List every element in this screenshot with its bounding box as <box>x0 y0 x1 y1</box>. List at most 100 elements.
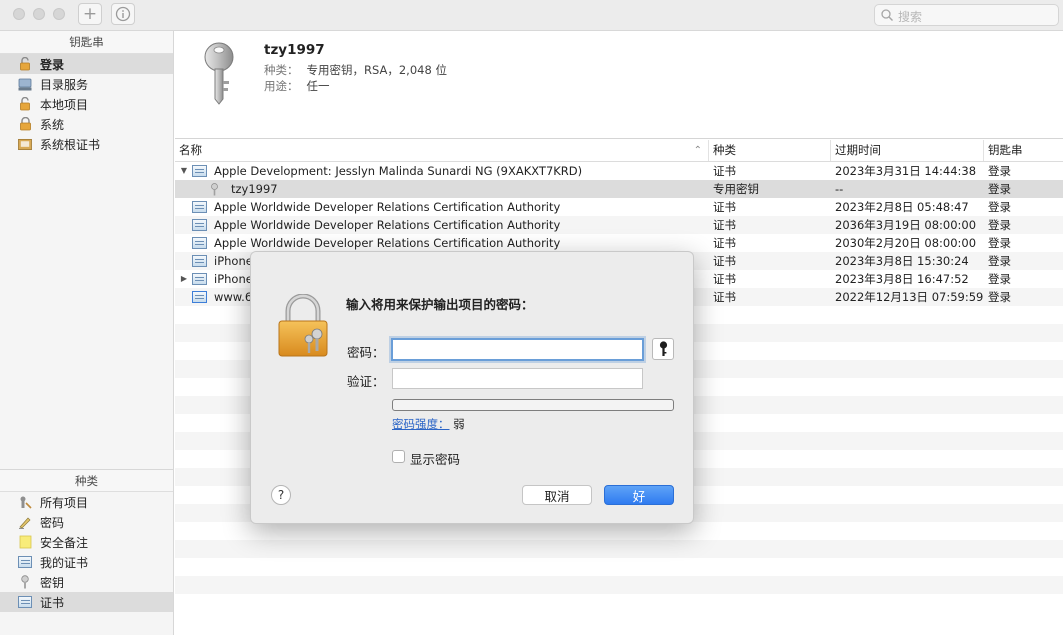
sidebar-item-system-roots[interactable]: 系统根证书 <box>0 134 173 154</box>
help-icon: ? <box>277 488 285 502</box>
sidebar-item-my-certificates[interactable]: 我的证书 <box>0 552 173 572</box>
column-header-expires[interactable]: 过期时间 <box>831 140 984 161</box>
cabinet-icon <box>18 137 32 151</box>
sidebar-item-login[interactable]: 登录 <box>0 54 173 74</box>
row-keychain: 登录 <box>988 182 1011 196</box>
show-password-label[interactable]: 显示密码 <box>410 449 460 468</box>
item-usage-label: 用途： <box>264 79 299 93</box>
help-button[interactable]: ? <box>271 485 291 505</box>
item-kind-label: 种类： <box>264 63 299 77</box>
minimize-window-button[interactable] <box>33 8 45 20</box>
row-keychain: 登录 <box>988 200 1011 214</box>
disclosure-expanded-icon[interactable]: ▼ <box>179 162 189 180</box>
row-kind: 证书 <box>713 254 736 268</box>
row-name: tzy1997 <box>231 182 278 196</box>
sort-ascending-icon: ⌃ <box>693 145 702 156</box>
row-expires: 2023年2月8日 05:48:47 <box>835 200 969 214</box>
key-icon <box>659 341 667 356</box>
key-icon <box>18 575 32 589</box>
sidebar-item-label: 本地项目 <box>40 97 89 112</box>
lock-icon <box>18 117 32 131</box>
empty-row <box>175 576 1063 594</box>
row-keychain: 登录 <box>988 236 1011 250</box>
category-header: 种类 <box>0 469 173 492</box>
row-keychain: 登录 <box>988 218 1011 232</box>
directory-icon <box>18 77 32 91</box>
row-keychain: 登录 <box>988 254 1011 268</box>
sidebar-item-all-items[interactable]: 所有项目 <box>0 492 173 512</box>
sidebar: 钥匙串 登录 目录服务 本地项目 系统 系统根证书 种类 所有项目 密码 安全备… <box>0 31 174 635</box>
sidebar-item-label: 密钥 <box>40 575 65 590</box>
sidebar-item-keys[interactable]: 密钥 <box>0 572 173 592</box>
dialog-title: 输入将用来保护输出项目的密码： <box>346 297 534 312</box>
row-expires: 2023年3月8日 15:30:24 <box>835 254 969 268</box>
column-header-label: 过期时间 <box>835 143 881 157</box>
sidebar-item-directory-services[interactable]: 目录服务 <box>0 74 173 94</box>
row-kind: 证书 <box>713 164 736 178</box>
sidebar-item-local-items[interactable]: 本地项目 <box>0 94 173 114</box>
password-input[interactable] <box>391 338 644 361</box>
sidebar-item-label: 登录 <box>40 57 65 72</box>
password-strength-link[interactable]: 密码强度： <box>392 417 450 431</box>
empty-row <box>175 522 1063 540</box>
category-section: 种类 所有项目 密码 安全备注 我的证书 密钥 证书 <box>0 469 173 612</box>
row-name: Apple Worldwide Developer Relations Cert… <box>214 236 561 250</box>
row-name: www.6 <box>214 290 253 304</box>
verify-input[interactable] <box>392 368 643 389</box>
sidebar-item-label: 证书 <box>40 595 65 610</box>
sidebar-item-label: 系统 <box>40 117 65 132</box>
disclosure-collapsed-icon[interactable]: ▶ <box>179 270 189 288</box>
table-row[interactable]: ▼ Apple Development: Jesslyn Malinda Suna… <box>175 162 1063 180</box>
certificate-icon <box>192 201 207 213</box>
key-icon <box>204 42 234 105</box>
info-button[interactable] <box>111 3 135 25</box>
column-header-name[interactable]: 名称 ⌃ <box>175 140 709 161</box>
table-row[interactable]: Apple Worldwide Developer Relations Cert… <box>175 216 1063 234</box>
item-usage-line: 用途： 任一 <box>264 78 330 94</box>
certificate-icon <box>192 273 207 285</box>
sidebar-item-label: 系统根证书 <box>40 137 101 152</box>
table-row[interactable]: Apple Worldwide Developer Relations Cert… <box>175 198 1063 216</box>
table-row[interactable]: tzy1997 专用密钥 -- 登录 <box>175 180 1063 198</box>
row-expires: 2023年3月8日 16:47:52 <box>835 272 969 286</box>
column-header-kind[interactable]: 种类 <box>709 140 831 161</box>
cancel-button[interactable]: 取消 <box>522 485 592 505</box>
search-icon <box>881 9 893 21</box>
column-header-keychain[interactable]: 钥匙串 <box>984 140 1063 161</box>
show-password-checkbox[interactable] <box>392 450 405 463</box>
row-kind: 证书 <box>713 272 736 286</box>
sidebar-item-label: 所有项目 <box>40 495 89 510</box>
export-password-dialog: 输入将用来保护输出项目的密码： 密码： 验证： 密码强度： 弱 显示密码 ? 取… <box>250 251 694 524</box>
sidebar-item-certificates[interactable]: 证书 <box>0 592 173 612</box>
zoom-window-button[interactable] <box>53 8 65 20</box>
certificate-icon <box>18 595 32 609</box>
column-header-label: 种类 <box>713 143 736 157</box>
row-kind: 证书 <box>713 236 736 250</box>
row-expires: -- <box>835 182 844 196</box>
password-assistant-button[interactable] <box>652 338 674 360</box>
row-keychain: 登录 <box>988 164 1011 178</box>
sidebar-item-system[interactable]: 系统 <box>0 114 173 134</box>
pencil-icon <box>18 515 32 529</box>
close-window-button[interactable] <box>13 8 25 20</box>
sidebar-item-label: 安全备注 <box>40 535 89 550</box>
plus-icon: + <box>82 3 98 24</box>
search-field[interactable]: 搜索 <box>874 4 1059 26</box>
item-kind-line: 种类： 专用密钥，RSA，2,048 位 <box>264 62 447 78</box>
lock-icon <box>278 294 328 357</box>
item-kind-value: 专用密钥，RSA，2,048 位 <box>306 63 447 77</box>
sidebar-item-label: 密码 <box>40 515 65 530</box>
row-keychain: 登录 <box>988 290 1011 304</box>
item-usage-value: 任一 <box>306 79 330 93</box>
password-strength: 密码强度： 弱 <box>392 416 465 432</box>
ok-button[interactable]: 好 <box>604 485 674 505</box>
sidebar-item-passwords[interactable]: 密码 <box>0 512 173 532</box>
certificate-icon <box>192 165 207 177</box>
sidebar-item-secure-notes[interactable]: 安全备注 <box>0 532 173 552</box>
add-item-button[interactable]: + <box>78 3 102 25</box>
table-row[interactable]: Apple Worldwide Developer Relations Cert… <box>175 234 1063 252</box>
row-name: Apple Development: Jesslyn Malinda Sunar… <box>214 164 583 178</box>
keychains-header: 钥匙串 <box>0 31 173 54</box>
verify-label: 验证： <box>347 374 385 389</box>
column-header-label: 名称 <box>179 143 202 157</box>
